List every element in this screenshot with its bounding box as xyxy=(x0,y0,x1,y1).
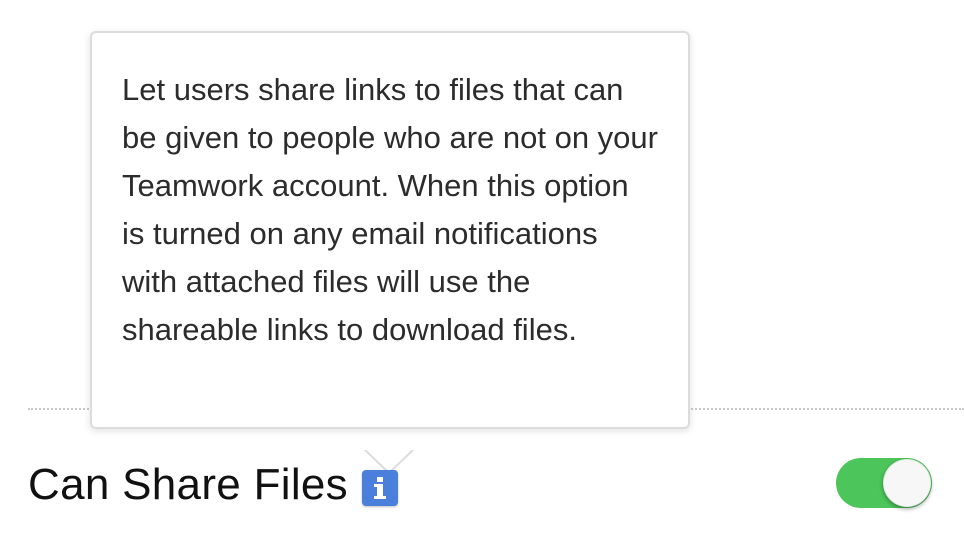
toggle-knob xyxy=(883,459,931,507)
setting-row-can-share-files: Can Share Files xyxy=(28,450,398,520)
info-icon[interactable] xyxy=(361,470,398,506)
settings-panel: Let users share links to files that can … xyxy=(0,0,964,558)
info-tooltip: Let users share links to files that can … xyxy=(90,31,690,474)
can-share-files-toggle[interactable] xyxy=(836,458,932,508)
tooltip-text: Let users share links to files that can … xyxy=(122,72,658,347)
setting-label: Can Share Files xyxy=(28,460,348,509)
